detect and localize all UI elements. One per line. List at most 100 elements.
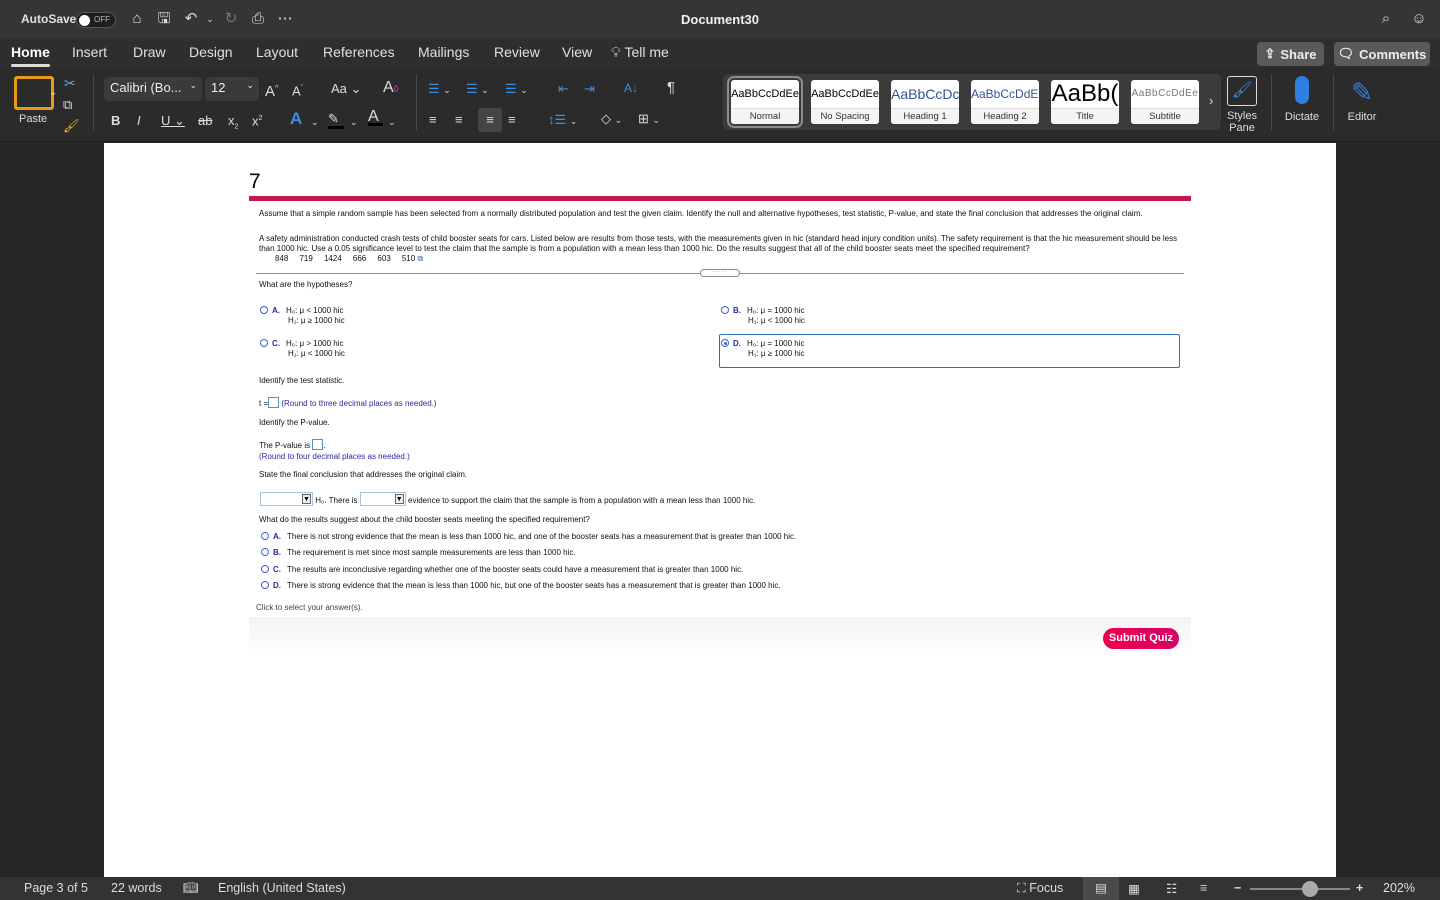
tab-layout[interactable]: Layout <box>256 44 298 60</box>
decrease-indent-icon[interactable]: ⇤ <box>558 80 569 98</box>
paste-dropdown-icon[interactable]: ⌄ <box>49 84 57 102</box>
clear-formatting-icon[interactable]: A◊ <box>383 79 399 99</box>
tab-references[interactable]: References <box>323 44 395 60</box>
radio-button[interactable] <box>261 548 269 556</box>
justify-icon[interactable]: ≡ <box>508 111 516 129</box>
print-layout-icon[interactable]: ▤ <box>1083 877 1119 900</box>
radio-button[interactable] <box>721 306 729 314</box>
bullets-icon[interactable]: ☰ ⌄ <box>428 80 451 99</box>
shrink-font-icon[interactable]: Aˇ <box>292 80 303 100</box>
style-heading-2[interactable]: AaBbCcDdEe Heading 2 <box>971 80 1039 124</box>
zoom-slider-handle[interactable] <box>1302 881 1318 897</box>
multilevel-list-icon[interactable]: ☰ ⌄ <box>505 80 528 99</box>
save-icon[interactable]: 🖫 <box>155 10 173 28</box>
grow-font-icon[interactable]: A^ <box>265 80 278 101</box>
tab-tell-me[interactable]: 💡︎ Tell me <box>611 44 669 61</box>
share-button[interactable]: ⇪ Share <box>1257 42 1324 66</box>
comments-button[interactable]: 🗨︎ Comments <box>1334 42 1430 66</box>
style-normal[interactable]: AaBbCcDdEe Normal <box>727 76 803 128</box>
align-center-icon[interactable]: ≡ <box>455 111 463 129</box>
style-title[interactable]: AaBb(Title <box>1051 80 1119 124</box>
format-painter-icon[interactable]: 🖌︎ <box>63 117 80 135</box>
result-option-c[interactable]: C. The results are inconclusive regarding… <box>261 565 743 575</box>
home-icon[interactable]: ⌂ <box>128 10 146 28</box>
language[interactable]: English (United States) <box>218 881 346 895</box>
tab-mailings[interactable]: Mailings <box>418 44 469 60</box>
resize-handle[interactable]: ····· <box>700 269 740 277</box>
evidence-dropdown[interactable]: ▼ <box>359 492 406 506</box>
tab-design[interactable]: Design <box>189 44 233 60</box>
zoom-slider[interactable] <box>1250 888 1350 890</box>
more-icon[interactable]: ⋯ <box>276 10 294 28</box>
chevron-down-icon[interactable]: ⌄ <box>388 113 396 131</box>
tab-view[interactable]: View <box>562 44 592 60</box>
page-count[interactable]: Page 3 of 5 <box>24 881 88 895</box>
align-right-icon[interactable]: ≡ <box>478 108 502 132</box>
shading-icon[interactable]: ◇ ⌄ <box>601 110 622 129</box>
chevron-down-icon[interactable]: ⌄ <box>350 113 358 131</box>
paste-icon[interactable] <box>14 76 54 110</box>
numbering-icon[interactable]: ☰ ⌄ <box>466 80 489 99</box>
style-heading-1[interactable]: AaBbCcDc Heading 1 <box>891 80 959 124</box>
copy-icon[interactable]: ⧉ <box>63 96 72 114</box>
tab-home[interactable]: Home <box>11 44 50 67</box>
undo-dropdown-icon[interactable]: ⌄ <box>201 10 219 28</box>
pilcrow-icon[interactable]: ¶ <box>667 79 675 97</box>
web-layout-icon[interactable]: ▦ <box>1128 881 1140 896</box>
italic-button[interactable]: I <box>137 112 141 130</box>
chevron-down-icon[interactable]: ⌄ <box>311 113 319 131</box>
bold-button[interactable]: B <box>111 112 120 130</box>
tab-review[interactable]: Review <box>494 44 540 60</box>
hypothesis-option-c[interactable]: C. H₀: μ > 1000 hic H₁: μ < 1000 hic <box>260 339 345 359</box>
undo-icon[interactable]: ↶ <box>182 10 200 28</box>
radio-button[interactable] <box>261 581 269 589</box>
align-left-icon[interactable]: ≡ <box>429 111 437 129</box>
tab-insert[interactable]: Insert <box>72 44 107 60</box>
radio-button[interactable] <box>261 565 269 573</box>
pvalue-input[interactable] <box>312 439 324 450</box>
reject-dropdown[interactable]: ▼ <box>260 492 313 506</box>
sort-icon[interactable]: A↓ <box>624 79 638 97</box>
search-icon[interactable]: ⌕ <box>1377 10 1395 28</box>
radio-button[interactable] <box>261 532 269 540</box>
print-icon[interactable]: ⎙ <box>249 10 267 28</box>
data-table-icon[interactable]: ⧉ <box>417 254 423 263</box>
styles-next-icon[interactable]: › <box>1209 92 1213 110</box>
radio-button[interactable] <box>260 306 268 314</box>
outline-view-icon[interactable]: ☷ <box>1166 881 1177 896</box>
subscript-button[interactable]: x2 <box>228 112 238 137</box>
font-color-icon[interactable]: A <box>368 108 383 126</box>
change-case-button[interactable]: Aa ⌄ <box>331 80 361 98</box>
superscript-button[interactable]: x2 <box>252 110 262 130</box>
strikethrough-button[interactable]: ab <box>198 112 212 130</box>
editor-button[interactable]: ✎ Editor <box>1343 76 1381 123</box>
font-size-select[interactable]: 12 ⌄ <box>205 77 259 101</box>
focus-button[interactable]: ⛶ Focus <box>1017 881 1063 896</box>
result-option-b[interactable]: B. The requirement is met since most samp… <box>261 548 576 558</box>
zoom-level[interactable]: 202% <box>1383 881 1415 895</box>
hypothesis-option-a[interactable]: A. H₀: μ < 1000 hic H₁: μ ≥ 1000 hic <box>260 306 345 326</box>
zoom-in-button[interactable]: + <box>1356 881 1363 895</box>
highlight-icon[interactable]: ✎ <box>328 110 344 129</box>
cut-icon[interactable]: ✂ <box>64 74 76 92</box>
style-no-spacing[interactable]: AaBbCcDdEe No Spacing <box>811 80 879 124</box>
zoom-out-button[interactable]: − <box>1234 881 1241 895</box>
result-option-a[interactable]: A. There is not strong evidence that the … <box>261 532 796 542</box>
paste-label[interactable]: Paste <box>19 110 47 128</box>
submit-quiz-button[interactable]: Submit Quiz <box>1103 628 1179 649</box>
borders-icon[interactable]: ⊞ ⌄ <box>638 110 660 129</box>
t-statistic-input[interactable] <box>268 397 280 408</box>
word-count[interactable]: 22 words <box>111 881 162 895</box>
font-name-select[interactable]: Calibri (Bo... ⌄ <box>104 77 202 101</box>
line-spacing-icon[interactable]: ↕☰ ⌄ <box>548 111 577 130</box>
redo-icon[interactable]: ↻ <box>222 10 240 28</box>
dictate-button[interactable]: Dictate <box>1281 76 1323 123</box>
increase-indent-icon[interactable]: ⇥ <box>584 80 595 98</box>
radio-button-selected[interactable] <box>721 339 729 347</box>
tab-draw[interactable]: Draw <box>133 44 166 60</box>
autosave-toggle[interactable]: OFF <box>76 12 116 28</box>
underline-button[interactable]: U ⌄ <box>161 112 185 130</box>
feedback-smiley-icon[interactable]: ☺ <box>1410 10 1428 28</box>
style-subtitle[interactable]: AaBbCcDdEe Subtitle <box>1131 80 1199 124</box>
hypothesis-option-d[interactable]: D. H₀: μ = 1000 hic H₁: μ ≥ 1000 hic <box>721 339 805 359</box>
